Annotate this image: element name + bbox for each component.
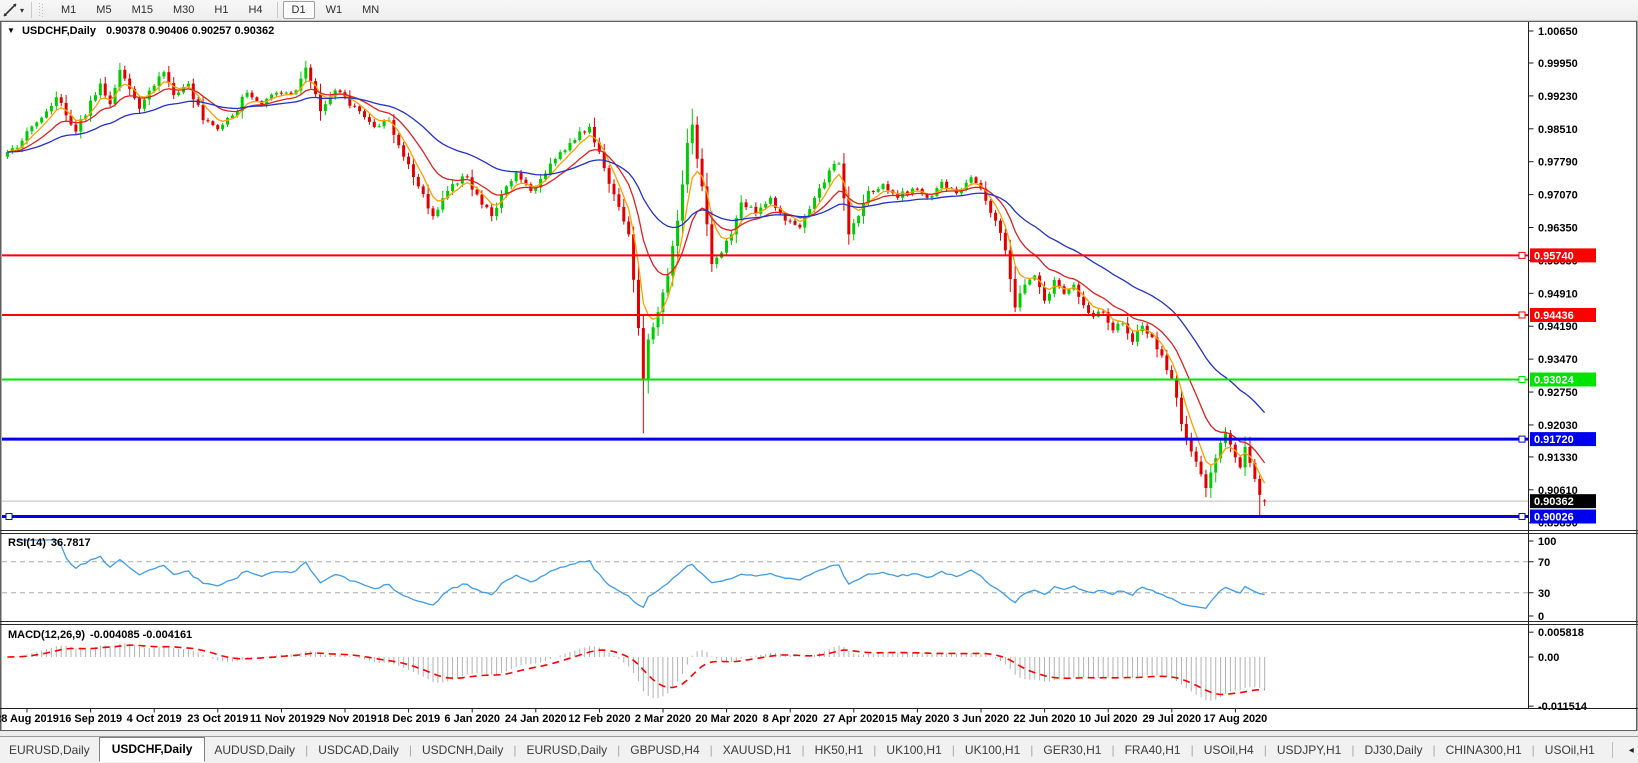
rsi-name: RSI(14): [8, 537, 46, 549]
chart-tab-gbpusd-h4[interactable]: GBPUSD,H4: [621, 739, 708, 761]
rsi-axis-tick: 30: [1538, 588, 1550, 600]
date-axis-label: 28 Aug 2019: [0, 713, 59, 725]
timeframe-button-m30[interactable]: M30: [164, 1, 203, 19]
price-axis-tick: 0.97070: [1538, 190, 1578, 202]
date-axis-label: 20 Mar 2020: [695, 713, 757, 725]
price-axis-tick: 0.99230: [1538, 91, 1578, 103]
timeframe-button-d1[interactable]: D1: [283, 1, 315, 19]
chart-canvas[interactable]: 1.00650 0.99950 0.99230 0.98510 0.97790 0.970…: [0, 0, 1638, 763]
date-axis-label: 3 Jun 2020: [953, 713, 1009, 725]
price-axis-tick: 0.99950: [1538, 58, 1578, 70]
price-line-label: 0.91720: [1534, 434, 1574, 446]
price-line-label: 0.90362: [1534, 496, 1574, 508]
chart-tab-fra40-h1[interactable]: FRA40,H1: [1116, 739, 1190, 761]
date-axis-label: 12 Feb 2020: [568, 713, 630, 725]
date-axis-label: 11 Nov 2019: [250, 713, 313, 725]
date-axis-label: 29 Jul 2020: [1142, 713, 1201, 725]
chart-tab-audusd-daily[interactable]: AUDUSD,Daily: [205, 739, 304, 761]
price-axis-tick: 0.96350: [1538, 223, 1578, 235]
tab-arrows-separator: [1612, 742, 1613, 758]
tab-scroll-arrows: ◂ ▸: [1604, 737, 1638, 763]
chart-tab-eurusd-daily[interactable]: EURUSD,Daily: [517, 739, 616, 761]
chart-tab-usdcnh-daily[interactable]: USDCNH,Daily: [413, 739, 512, 761]
chart-title-symbol: USDCHF,Daily: [22, 25, 96, 37]
macd-axis-tick: 0.00: [1538, 652, 1559, 664]
rsi-value: 36.7817: [51, 537, 91, 549]
date-axis-label: 22 Jun 2020: [1013, 713, 1075, 725]
timeframe-button-m5[interactable]: M5: [87, 1, 120, 19]
price-axis-tick: 0.98510: [1538, 124, 1578, 136]
chart-tab-usoil-h1[interactable]: USOil,H1: [1536, 739, 1604, 761]
date-axis-label: 29 Nov 2019: [313, 713, 377, 725]
timeframe-button-m15[interactable]: M15: [123, 1, 162, 19]
timeframe-button-m1[interactable]: M1: [52, 1, 85, 19]
macd-label: MACD(12,26,9) -0.004085 -0.004161: [8, 629, 192, 641]
price-axis-tick: 0.97790: [1538, 157, 1578, 169]
chart-title-caret-icon[interactable]: ▼: [7, 26, 15, 35]
price-line-label: 0.90026: [1534, 512, 1574, 524]
chart-title: ▼ USDCHF,Daily 0.90378 0.90406 0.90257 0…: [7, 25, 274, 37]
date-axis-label: 17 Aug 2020: [1204, 713, 1268, 725]
mt4-window: { "icons": { "line_tool": "line-tool", "…: [0, 0, 1638, 763]
chart-tab-dj30-daily[interactable]: DJ30,Daily: [1355, 739, 1431, 761]
macd-axis-tick: 0.005818: [1538, 627, 1584, 639]
price-line-label: 0.94436: [1534, 310, 1574, 322]
timeframe-button-mn[interactable]: MN: [353, 1, 388, 19]
price-axis-tick: 0.94910: [1538, 288, 1578, 300]
date-axis-label: 27 Apr 2020: [823, 713, 884, 725]
chart-tab-usdchf-daily[interactable]: USDCHF,Daily: [99, 737, 206, 762]
rsi-axis-tick: 70: [1538, 557, 1550, 569]
timeframe-button-w1[interactable]: W1: [317, 1, 352, 19]
chart-tab-usoil-h4[interactable]: USOil,H4: [1195, 739, 1263, 761]
chart-tab-bar: EURUSD,DailyUSDCHF,DailyAUDUSD,Daily|USD…: [0, 736, 1638, 763]
chart-tab-uk100-h1[interactable]: UK100,H1: [877, 739, 950, 761]
price-axis-tick: 1.00650: [1538, 26, 1578, 38]
rsi-axis-tick: 0: [1538, 611, 1544, 623]
date-axis-label: 15 May 2020: [885, 713, 949, 725]
date-axis-label: 18 Dec 2019: [377, 713, 440, 725]
toolbar-grip-handle[interactable]: [39, 3, 44, 18]
date-axis-label: 2 Mar 2020: [635, 713, 691, 725]
toolbar-separator: [277, 2, 278, 18]
price-axis-tick: 0.92030: [1538, 420, 1578, 432]
chart-title-ohlc: 0.90378 0.90406 0.90257 0.90362: [106, 25, 274, 37]
date-axis-label: 24 Jan 2020: [505, 713, 567, 725]
date-axis-label: 10 Jul 2020: [1079, 713, 1138, 725]
chart-tab-ger30-h1[interactable]: GER30,H1: [1034, 739, 1110, 761]
timeframe-button-h4[interactable]: H4: [239, 1, 271, 19]
macd-name: MACD(12,26,9): [8, 629, 85, 641]
timeframe-button-h1[interactable]: H1: [205, 1, 237, 19]
line-tool-caret-icon[interactable]: ▾: [20, 6, 24, 15]
top-toolbar: ▾ M1M5M15M30H1H4 D1W1MN: [0, 0, 1638, 21]
chart-tab-hk50-h1[interactable]: HK50,H1: [806, 739, 873, 761]
date-axis-label: 8 Apr 2020: [763, 713, 818, 725]
chart-tab-china300-h1[interactable]: CHINA300,H1: [1437, 739, 1531, 761]
date-axis-label: 4 Oct 2019: [127, 713, 182, 725]
macd-values: -0.004085 -0.004161: [90, 629, 192, 641]
price-axis-tick: 0.93470: [1538, 354, 1578, 366]
rsi-axis-tick: 100: [1538, 536, 1556, 548]
line-tool-icon[interactable]: [1, 2, 19, 18]
macd-axis-tick: -0.011514: [1538, 701, 1588, 713]
chart-tab-usdjpy-h1[interactable]: USDJPY,H1: [1268, 739, 1350, 761]
chart-tab-xauusd-h1[interactable]: XAUUSD,H1: [714, 739, 801, 761]
chart-tab-eurusd-daily[interactable]: EURUSD,Daily: [0, 739, 99, 761]
chart-tab-usdcad-daily[interactable]: USDCAD,Daily: [309, 739, 408, 761]
price-axis-tick: 0.94190: [1538, 321, 1578, 333]
date-axis-label: 23 Oct 2019: [187, 713, 248, 725]
price-line-label: 0.93024: [1534, 375, 1575, 387]
price-line-label: 0.95740: [1534, 250, 1574, 262]
date-axis-label: 16 Sep 2019: [59, 713, 122, 725]
price-axis-tick: 0.91330: [1538, 452, 1578, 464]
price-axis-tick: 0.92750: [1538, 387, 1578, 399]
chart-tab-uk100-h1[interactable]: UK100,H1: [956, 739, 1029, 761]
date-axis-label: 6 Jan 2020: [444, 713, 500, 725]
tab-scroll-left-icon[interactable]: ◂: [1629, 745, 1634, 756]
rsi-label: RSI(14) 36.7817: [8, 537, 91, 549]
toolbar-separator: [31, 2, 32, 18]
